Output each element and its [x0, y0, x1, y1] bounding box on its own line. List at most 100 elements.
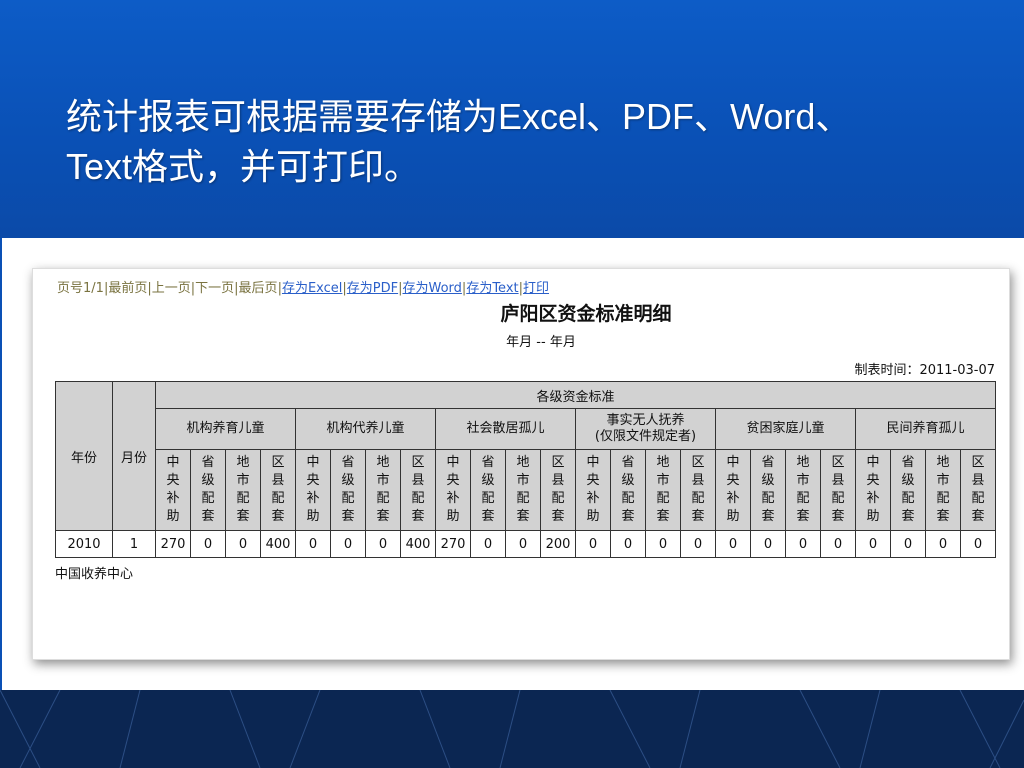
cell-value: 0: [610, 530, 646, 558]
cell-value: 0: [820, 530, 856, 558]
cell-value: 270: [155, 530, 191, 558]
subcol-label: 中央补助: [866, 455, 880, 524]
header-row: 机构养育儿童 机构代养儿童 社会散居孤儿 事实无人抚养 (仅限文件规定者) 贫困家庭儿童…: [56, 408, 996, 450]
cell-value: 0: [960, 530, 996, 558]
subcol-label: 省级配套: [481, 455, 495, 524]
cell-value: 0: [680, 530, 716, 558]
group-label: 贫困家庭儿童: [746, 421, 825, 436]
subcol-label: 中央补助: [726, 455, 740, 524]
print-link[interactable]: 打印: [523, 281, 549, 296]
header-subcol: 区县配套: [400, 449, 436, 531]
header-subcol: 中央补助: [295, 449, 331, 531]
subcol-label: 区县配套: [411, 455, 425, 524]
save-pdf-link[interactable]: 存为PDF: [347, 281, 398, 296]
cell-value: 0: [645, 530, 681, 558]
cell-value: 0: [505, 530, 541, 558]
header-subcol: 中央补助: [435, 449, 471, 531]
last-page-link[interactable]: 最后页: [239, 281, 278, 296]
report-nav: 页号1/1|最前页|上一页|下一页|最后页|存为Excel|存为PDF|存为Wo…: [57, 277, 549, 296]
cell-value: 0: [365, 530, 401, 558]
first-page-link[interactable]: 最前页: [108, 281, 147, 296]
subcol-label: 区县配套: [551, 455, 565, 524]
subcol-label: 区县配套: [831, 455, 845, 524]
header-subcol: 区县配套: [680, 449, 716, 531]
cell-value: 0: [295, 530, 331, 558]
table-row: 2010 1 270 0 0 400 0 0 0 400 270 0 0 200 0 0 0 0 0 0 0 0 0 0 0 0: [55, 530, 996, 558]
subcol-label: 省级配套: [201, 455, 215, 524]
header-subcol: 区县配套: [540, 449, 576, 531]
header-subcol: 地市配套: [925, 449, 961, 531]
cell-value: 0: [855, 530, 891, 558]
save-text-link[interactable]: 存为Text: [466, 281, 518, 296]
save-excel-link[interactable]: 存为Excel: [282, 281, 342, 296]
subcol-label: 地市配套: [516, 455, 530, 524]
cell-value: 0: [575, 530, 611, 558]
header-group: 事实无人抚养 (仅限文件规定者): [575, 408, 716, 450]
header-subcol: 地市配套: [365, 449, 401, 531]
header-super: 各级资金标准: [155, 381, 996, 409]
slide-footer-band: [0, 690, 1024, 768]
header-subcol: 地市配套: [505, 449, 541, 531]
header-group: 社会散居孤儿: [435, 408, 576, 450]
report-created-date: 制表时间：2011-03-07: [854, 363, 995, 378]
slide-header-band: 统计报表可根据需要存储为Excel、PDF、Word、 Text格式，并可打印。: [0, 0, 1024, 238]
headline-line-2: Text格式，并可打印。: [66, 146, 421, 187]
save-word-link[interactable]: 存为Word: [403, 281, 462, 296]
subcol-label: 省级配套: [621, 455, 635, 524]
group-label: 事实无人抚养 (仅限文件规定者): [594, 413, 697, 444]
header-subcol: 省级配套: [890, 449, 926, 531]
subcol-label: 区县配套: [271, 455, 285, 524]
cell-value: 0: [715, 530, 751, 558]
header-group: 机构养育儿童: [155, 408, 296, 450]
cell-value: 0: [750, 530, 786, 558]
header-subcol: 中央补助: [155, 449, 191, 531]
group-label: 民间养育孤儿: [886, 421, 965, 436]
cell-value: 0: [890, 530, 926, 558]
header-group: 民间养育孤儿: [855, 408, 996, 450]
next-page-link[interactable]: 下一页: [195, 281, 234, 296]
header-subcol: 省级配套: [470, 449, 506, 531]
cell-value: 400: [260, 530, 296, 558]
cell-month: 1: [112, 530, 156, 558]
subcol-label: 省级配套: [341, 455, 355, 524]
report-footer: 中国收养中心: [55, 567, 134, 582]
group-label: 机构代养儿童: [326, 421, 405, 436]
header-subcol: 省级配套: [330, 449, 366, 531]
header-month: 月份: [112, 381, 156, 531]
header-subcol: 地市配套: [785, 449, 821, 531]
diagonal-lines-decoration: [0, 690, 1024, 768]
subcol-label: 地市配套: [236, 455, 250, 524]
group-label: 社会散居孤儿: [466, 421, 545, 436]
cell-value: 0: [330, 530, 366, 558]
prev-page-link[interactable]: 上一页: [152, 281, 191, 296]
header-row: 年份 月份 各级资金标准: [55, 381, 996, 531]
report-title: 庐阳区资金标准明细: [500, 303, 672, 325]
subcol-label: 地市配套: [376, 455, 390, 524]
subcol-label: 中央补助: [166, 455, 180, 524]
header-subcol: 中央补助: [575, 449, 611, 531]
header-subcol: 省级配套: [610, 449, 646, 531]
cell-value: 0: [190, 530, 226, 558]
cell-value: 200: [540, 530, 576, 558]
subcol-label: 地市配套: [796, 455, 810, 524]
header-subcol: 中央补助: [715, 449, 751, 531]
cell-value: 400: [400, 530, 436, 558]
slide-headline: 统计报表可根据需要存储为Excel、PDF、Word、 Text格式，并可打印。: [66, 92, 966, 192]
subcol-label: 区县配套: [691, 455, 705, 524]
report-date-range: 年月 -- 年月: [506, 335, 576, 350]
cell-value: 270: [435, 530, 471, 558]
header-subcol: 地市配套: [645, 449, 681, 531]
subcol-label: 区县配套: [971, 455, 985, 524]
subcol-label: 中央补助: [586, 455, 600, 524]
subcol-label: 省级配套: [901, 455, 915, 524]
header-subcol: 省级配套: [190, 449, 226, 531]
cell-value: 0: [925, 530, 961, 558]
header-subcol: 区县配套: [820, 449, 856, 531]
cell-year: 2010: [55, 530, 113, 558]
cell-value: 0: [785, 530, 821, 558]
subcol-label: 中央补助: [446, 455, 460, 524]
header-group: 贫困家庭儿童: [715, 408, 856, 450]
report-screenshot: 页号1/1|最前页|上一页|下一页|最后页|存为Excel|存为PDF|存为Wo…: [32, 268, 1010, 660]
group-label: 机构养育儿童: [186, 421, 265, 436]
headline-line-1: 统计报表可根据需要存储为Excel、PDF、Word、: [66, 96, 852, 137]
